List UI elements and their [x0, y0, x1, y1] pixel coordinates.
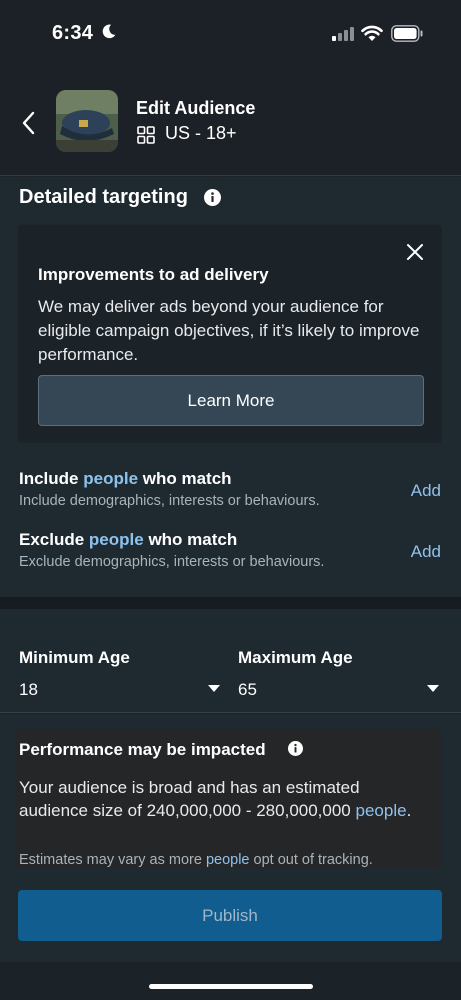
- grid-icon: [137, 126, 155, 144]
- performance-note: Estimates may vary as more people opt ou…: [19, 852, 373, 868]
- status-time: 6:34: [52, 22, 94, 44]
- performance-warning: Performance may be impacted Your audienc…: [16, 730, 442, 868]
- age-section: Minimum Age 18 Maximum Age 65: [0, 609, 461, 713]
- learn-more-button[interactable]: Learn More: [38, 375, 424, 426]
- caret-down-icon: [208, 685, 220, 692]
- moon-icon: [102, 24, 116, 39]
- include-people-row[interactable]: Include people who match Include demogra…: [19, 469, 443, 519]
- signal-icon: [332, 27, 354, 41]
- header: Edit Audience US - 18+: [0, 70, 461, 176]
- caret-down-icon: [427, 685, 439, 692]
- include-title-highlight: people: [83, 469, 139, 488]
- minimum-age-value: 18: [19, 680, 38, 699]
- include-title: Include people who match: [19, 469, 443, 489]
- section-divider: [0, 597, 461, 609]
- exclude-subtitle: Exclude demographics, interests or behav…: [19, 554, 325, 570]
- exclude-title-highlight: people: [88, 530, 144, 549]
- exclude-add-button[interactable]: Add: [411, 542, 441, 562]
- performance-section: Performance may be impacted Your audienc…: [0, 714, 461, 962]
- home-indicator: [149, 984, 313, 989]
- performance-body-post: .: [406, 801, 412, 820]
- performance-note-highlight: people: [205, 852, 250, 868]
- minimum-age-label: Minimum Age: [19, 648, 130, 667]
- exclude-people-row[interactable]: Exclude people who match Exclude demogra…: [19, 530, 443, 580]
- maximum-age-value: 65: [238, 680, 257, 699]
- include-title-pre: Include: [19, 469, 84, 488]
- maximum-age-select[interactable]: Maximum Age 65: [238, 648, 442, 700]
- ad-thumbnail: [56, 90, 118, 152]
- exclude-title: Exclude people who match: [19, 530, 443, 550]
- notice-body: We may deliver ads beyond your audience …: [38, 297, 420, 364]
- performance-note-post: opt out of tracking.: [249, 852, 373, 868]
- ad-thumbnail-image: [56, 90, 118, 152]
- audience-summary: US - 18+: [165, 123, 237, 143]
- exclude-title-pre: Exclude: [19, 530, 89, 549]
- include-add-button[interactable]: Add: [411, 481, 441, 501]
- minimum-age-select[interactable]: Minimum Age 18: [19, 648, 223, 700]
- chevron-left-icon[interactable]: [16, 108, 42, 138]
- info-icon[interactable]: [288, 741, 303, 756]
- battery-icon: [391, 25, 423, 42]
- performance-note-pre: Estimates may vary as more: [19, 852, 206, 868]
- close-icon[interactable]: [406, 243, 424, 261]
- publish-button[interactable]: Publish: [18, 890, 442, 941]
- include-title-post: who match: [138, 469, 232, 488]
- page-title: Edit Audience: [136, 98, 256, 118]
- wifi-icon: [361, 25, 383, 41]
- info-icon[interactable]: [204, 189, 221, 206]
- performance-body-highlight: people: [355, 801, 407, 820]
- performance-title: Performance may be impacted: [19, 740, 266, 759]
- maximum-age-label: Maximum Age: [238, 648, 353, 667]
- status-bar: 6:34: [0, 0, 461, 70]
- include-subtitle: Include demographics, interests or behav…: [19, 493, 320, 509]
- exclude-title-post: who match: [143, 530, 238, 549]
- detailed-targeting-section: Detailed targeting Improvements to ad de…: [0, 177, 461, 597]
- notice-card: Improvements to ad delivery We may deliv…: [18, 225, 442, 443]
- section-title: Detailed targeting: [19, 186, 188, 208]
- notice-title: Improvements to ad delivery: [38, 265, 269, 284]
- performance-body-pre: Your audience is broad and has an estima…: [19, 778, 360, 820]
- performance-body: Your audience is broad and has an estima…: [19, 776, 419, 822]
